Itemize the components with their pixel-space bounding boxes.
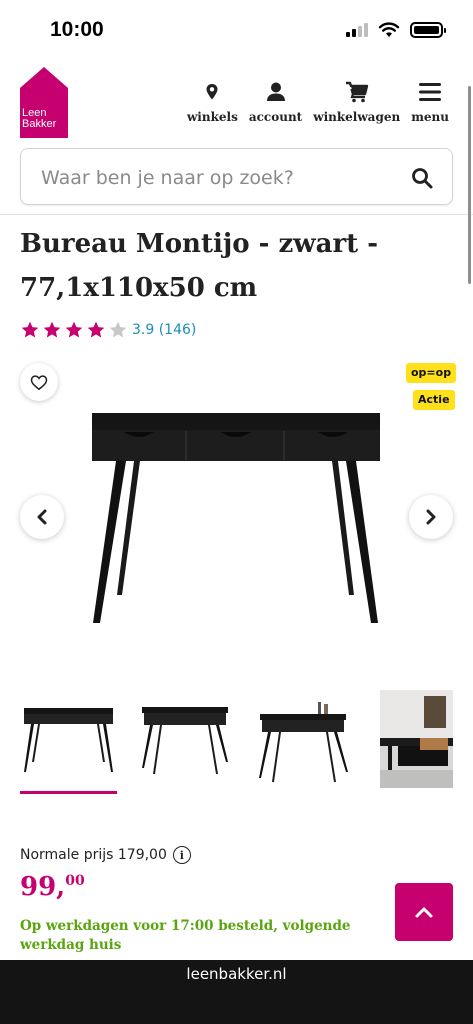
thumbnail-strip xyxy=(20,690,473,800)
nav-account[interactable]: account xyxy=(249,80,302,124)
badge-op-op: op=op xyxy=(406,363,457,383)
star-icon xyxy=(87,321,105,338)
thumbnail-2[interactable] xyxy=(138,690,235,788)
logo-line-2: Bakker xyxy=(22,118,57,130)
delivery-info: Op werkdagen voor 17:00 besteld, volgend… xyxy=(20,918,351,953)
product-rating[interactable]: 3.9 (146) xyxy=(20,320,196,340)
carousel-prev-button[interactable] xyxy=(20,495,64,539)
thumbnail-active-indicator xyxy=(20,791,117,794)
sale-price-cents: 00 xyxy=(65,873,85,889)
signal-icon xyxy=(346,23,368,37)
battery-icon xyxy=(410,22,446,38)
browser-url-bar[interactable]: leenbakker.nl xyxy=(0,960,473,1024)
favorite-button[interactable] xyxy=(20,363,58,401)
status-bar: 10:00 xyxy=(0,0,473,60)
star-icon xyxy=(65,321,83,338)
url-text[interactable]: leenbakker.nl xyxy=(0,965,473,983)
star-icon xyxy=(21,321,39,338)
cart-icon xyxy=(345,81,368,103)
nav-menu[interactable]: menu xyxy=(411,80,449,124)
star-icon xyxy=(43,321,61,338)
search-input[interactable] xyxy=(41,165,401,191)
thumbnail-4[interactable] xyxy=(380,690,453,788)
site-header: Leen Bakker winkels account winkelwagen … xyxy=(0,64,473,144)
nav-winkelwagen[interactable]: winkelwagen xyxy=(313,80,400,124)
nav-winkels[interactable]: winkels xyxy=(187,80,238,124)
rating-value[interactable]: 3.9 (146) xyxy=(132,322,196,338)
search-icon[interactable] xyxy=(410,166,434,190)
carousel-next-button[interactable] xyxy=(409,495,453,539)
nav-label-account: account xyxy=(248,110,303,124)
hamburger-menu-icon xyxy=(419,83,442,101)
info-icon[interactable]: i xyxy=(172,846,191,864)
normal-price-text: Normale prijs 179,00 xyxy=(20,847,167,863)
sale-price-main: 99, xyxy=(20,872,66,902)
nav-label-menu: menu xyxy=(411,110,449,124)
nav-label-winkels: winkels xyxy=(186,110,238,124)
user-icon xyxy=(266,82,285,101)
chevron-right-icon xyxy=(426,509,436,525)
location-pin-icon xyxy=(206,84,218,100)
back-to-top-button[interactable] xyxy=(395,883,453,941)
normal-price: Normale prijs 179,00 i xyxy=(20,846,191,864)
thumbnail-3[interactable] xyxy=(256,690,353,788)
sale-price: 99,00 xyxy=(20,872,85,902)
logo-text: Leen Bakker xyxy=(22,108,56,130)
thumbnail-1[interactable] xyxy=(20,690,117,788)
header-divider xyxy=(0,214,473,215)
status-icons xyxy=(346,22,446,38)
heart-icon xyxy=(30,374,48,390)
chevron-up-icon xyxy=(415,907,433,918)
page-scrollbar[interactable] xyxy=(468,86,471,284)
product-title: Bureau Montijo - zwart - 77,1x110x50 cm xyxy=(20,229,379,303)
star-empty-icon xyxy=(109,321,127,338)
main-nav: winkels account winkelwagen menu xyxy=(187,80,449,124)
nav-label-winkelwagen: winkelwagen xyxy=(313,110,401,124)
badge-actie: Actie xyxy=(413,390,455,410)
wifi-icon xyxy=(378,22,400,37)
product-image-desk[interactable] xyxy=(86,405,386,630)
status-time: 10:00 xyxy=(50,18,104,41)
search-bar xyxy=(20,148,453,205)
chevron-left-icon xyxy=(37,509,47,525)
